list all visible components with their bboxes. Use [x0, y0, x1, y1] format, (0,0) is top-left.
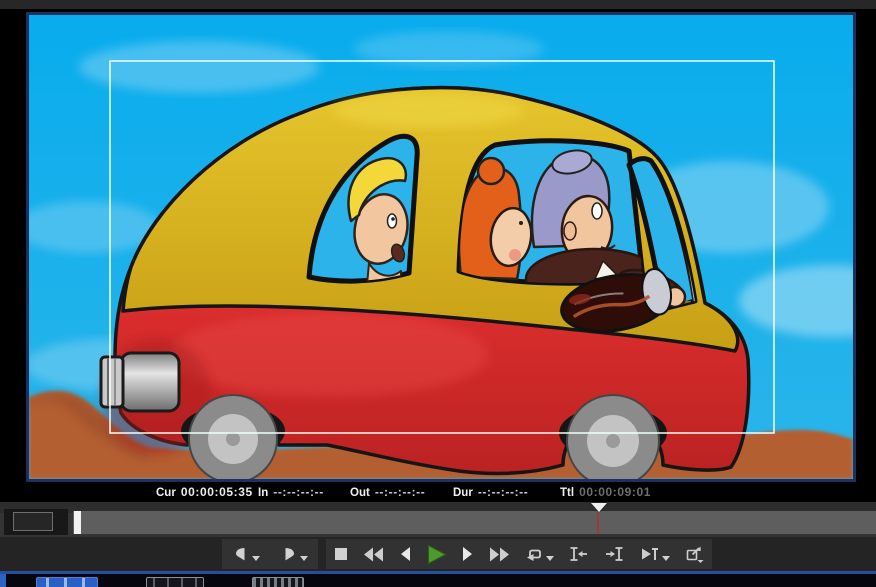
- timecode-in-label: In: [258, 487, 268, 499]
- timecode-current: Cur 00:00:05:35: [156, 485, 253, 499]
- loop-button[interactable]: [523, 540, 556, 568]
- timecode-duration-value: --:--:--:--: [478, 485, 529, 499]
- timecode-bar: Cur 00:00:05:35 In --:--:--:-- Out --:--:--…: [0, 483, 876, 502]
- marker-buttons-panel: [222, 539, 318, 569]
- timecode-total: Ttl 00:00:09:01: [560, 485, 651, 499]
- timecode-in: In --:--:--:--: [258, 485, 324, 499]
- jog-control[interactable]: [4, 509, 68, 535]
- scrubber-area: [0, 502, 876, 537]
- frame-forward-icon: [462, 546, 473, 562]
- video-preview: [29, 15, 853, 479]
- timecode-out-value: --:--:--:--: [375, 485, 426, 499]
- scrub-range-thumb[interactable]: [74, 511, 81, 534]
- video-frame: [26, 12, 856, 482]
- timecode-out-label: Out: [350, 487, 370, 499]
- taskbar-start-sliver[interactable]: [0, 574, 6, 587]
- chevron-down-icon: [300, 556, 308, 561]
- taskbar-app-icon[interactable]: [146, 577, 204, 587]
- play-button[interactable]: [424, 540, 449, 568]
- chevron-down-icon: [546, 556, 554, 561]
- playhead-marker[interactable]: [591, 503, 607, 512]
- play-to-out-button[interactable]: [638, 540, 672, 568]
- edit-nav-panel: [560, 539, 712, 569]
- rewind-icon: [363, 547, 384, 562]
- scrub-bar[interactable]: [73, 511, 876, 534]
- go-to-in-icon: [568, 546, 589, 562]
- flag-right-icon: [281, 546, 297, 562]
- export-icon: [685, 545, 704, 563]
- rear-cylinder: [101, 353, 179, 411]
- timecode-out: Out --:--:--:--: [350, 485, 425, 499]
- transport-bar: [0, 537, 876, 571]
- timecode-current-label: Cur: [156, 487, 176, 499]
- taskbar-strip: [0, 574, 876, 587]
- play-icon: [426, 544, 447, 565]
- timecode-in-value: --:--:--:--: [273, 485, 324, 499]
- monitor-window: Cur 00:00:05:35 In --:--:--:-- Out --:--:--…: [0, 0, 876, 587]
- fast-forward-button[interactable]: [487, 540, 512, 568]
- timecode-total-value: 00:00:09:01: [579, 485, 651, 499]
- timecode-total-label: Ttl: [560, 487, 574, 499]
- go-to-in-button[interactable]: [566, 540, 591, 568]
- go-to-out-icon: [604, 546, 625, 562]
- frame-back-icon: [400, 546, 411, 562]
- jog-control-display: [13, 512, 53, 531]
- export-button[interactable]: [683, 540, 706, 568]
- chevron-down-icon: [662, 556, 670, 561]
- preview-area: [0, 9, 876, 483]
- frame-back-button[interactable]: [398, 540, 413, 568]
- flag-left-icon: [233, 546, 249, 562]
- marker-out-flag-button[interactable]: [279, 540, 310, 568]
- rewind-button[interactable]: [361, 540, 386, 568]
- taskbar-app-icon[interactable]: [252, 577, 304, 587]
- marker-in-flag-button[interactable]: [231, 540, 262, 568]
- loop-icon: [525, 546, 543, 563]
- frame-forward-button[interactable]: [460, 540, 475, 568]
- chevron-down-icon: [252, 556, 260, 561]
- timecode-duration: Dur --:--:--:--: [453, 485, 528, 499]
- timecode-duration-label: Dur: [453, 487, 473, 499]
- taskbar-active-app-icon[interactable]: [36, 577, 98, 587]
- play-to-out-icon: [640, 546, 659, 562]
- timecode-current-value: 00:00:05:35: [181, 485, 253, 499]
- go-to-out-button[interactable]: [602, 540, 627, 568]
- window-top-strip: [0, 0, 876, 9]
- playback-buttons-panel: [326, 539, 562, 569]
- stop-button[interactable]: [332, 540, 350, 568]
- fast-forward-icon: [489, 547, 510, 562]
- stop-icon: [334, 547, 348, 561]
- playhead-line: [597, 513, 599, 534]
